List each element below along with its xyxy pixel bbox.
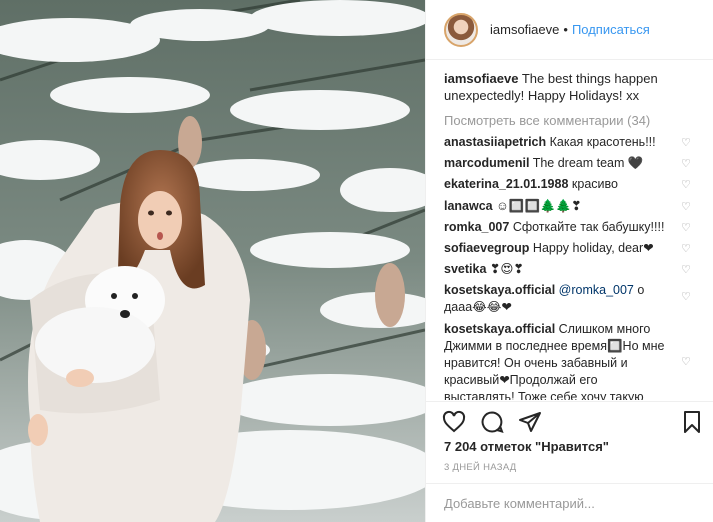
comment-like-icon[interactable]: ♡ [681,243,692,255]
comment-like-icon[interactable]: ♡ [681,292,692,303]
comment-like-icon[interactable]: ♡ [681,201,692,213]
likes-count[interactable]: 7 204 отметок "Нравится" [444,439,609,454]
comment-text: Какая красотень!!! [549,135,656,149]
post-photo-image [0,0,425,522]
post-date[interactable]: 3 ДНЕЙ НАЗАД [444,462,517,473]
share-plane-icon[interactable] [518,410,542,434]
comment-row: marcodumenil The dream team 🖤 ♡ [444,155,696,172]
comment-username[interactable]: lanawca [444,199,493,213]
comment-like-icon[interactable]: ♡ [681,180,692,191]
comment-row: sofiaevegroup Happy holiday, dear❤ ♡ [444,240,696,257]
comment-input[interactable] [444,495,696,511]
comment-like-icon[interactable]: ♡ [681,138,692,149]
add-comment-area [426,483,713,522]
like-heart-icon[interactable] [442,410,466,434]
comment-text: ☺🔲🔲🌲🌲❣ [496,198,582,213]
post-photo[interactable] [0,0,425,522]
comment-username[interactable]: anastasiiapetrich [444,135,546,149]
comment-row: romka_007 Сфоткайте так бабушку!!!! ♡ [444,219,696,236]
comment-username[interactable]: ekaterina_21.01.1988 [444,177,568,191]
avatar[interactable] [444,12,478,47]
comment-username[interactable]: romka_007 [444,220,509,234]
header-separator: • [563,22,568,37]
follow-button[interactable]: Подписаться [572,22,650,37]
comment-like-icon[interactable]: ♡ [681,159,692,170]
comment-username[interactable]: sofiaevegroup [444,241,529,255]
comment-mention-link[interactable]: @romka_007 [559,283,634,297]
comment-like-icon[interactable]: ♡ [681,356,692,368]
comment-username[interactable]: svetika [444,262,486,276]
post-caption: iamsofiaeve The best things happen unexp… [444,70,696,104]
comment-username[interactable]: marcodumenil [444,156,529,170]
comment-row: kosetskaya.official Слишком много Джимми… [444,321,696,401]
view-all-comments-link[interactable]: Посмотреть все комментарии (34) [444,112,696,129]
comment-text: The dream team 🖤 [532,156,644,171]
post-side-panel: iamsofiaeve • Подписаться iamsofiaeve Th… [425,0,713,522]
comment-username[interactable]: kosetskaya.official [444,283,555,297]
comment-row: ekaterina_21.01.1988 красиво ♡ [444,176,696,193]
post-actions-bar [426,401,713,441]
comment-row: kosetskaya.official @romka_007 о дааа😂😂❤… [444,282,696,316]
comment-text: Сфоткайте так бабушку!!!! [512,219,665,234]
comment-row: svetika ❣😍❣ ♡ [444,261,696,278]
caption-username[interactable]: iamsofiaeve [444,71,518,86]
comment-username[interactable]: kosetskaya.official [444,322,555,336]
comment-like-icon[interactable]: ♡ [681,222,692,234]
comment-bubble-icon[interactable] [480,410,504,434]
comment-row: anastasiiapetrich Какая красотень!!! ♡ [444,134,696,151]
comment-text: красиво [571,177,618,192]
comment-text: Happy holiday, dear❤ [532,240,654,255]
comment-row: lanawca ☺🔲🔲🌲🌲❣ ♡ [444,198,696,215]
comment-like-icon[interactable]: ♡ [681,265,692,276]
comment-text: ❣😍❣ [489,262,524,277]
comments-section[interactable]: iamsofiaeve The best things happen unexp… [426,62,713,400]
header-username[interactable]: iamsofiaeve [490,22,559,37]
bookmark-icon[interactable] [680,410,704,434]
post-header: iamsofiaeve • Подписаться [426,0,713,60]
